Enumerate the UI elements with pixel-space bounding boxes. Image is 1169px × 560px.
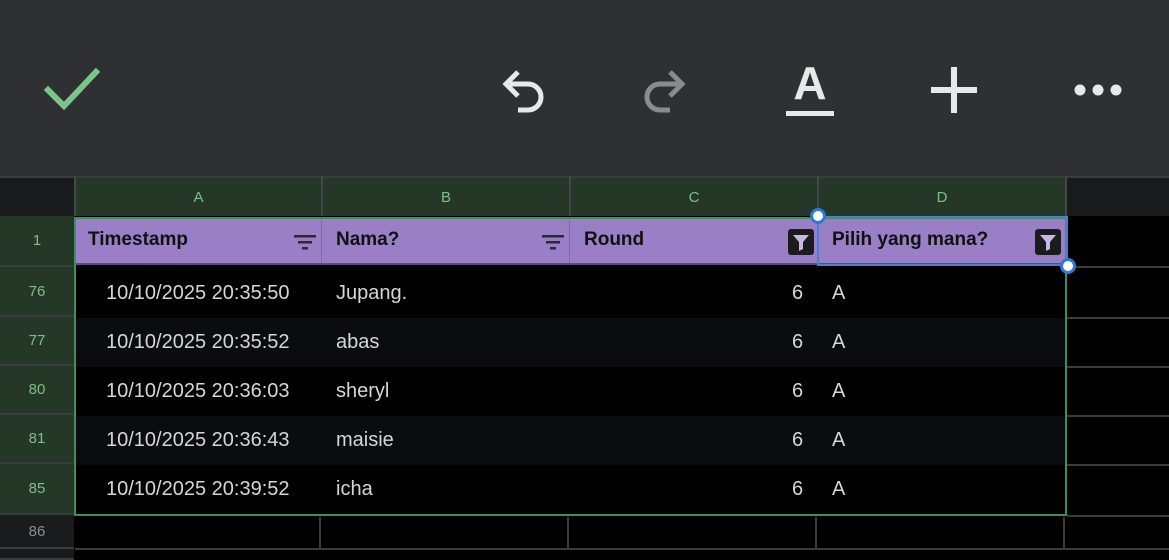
- header-divider: [569, 217, 570, 263]
- header-cell-round[interactable]: Round: [571, 217, 817, 263]
- cell-timestamp[interactable]: 10/10/2025 20:35:52: [106, 318, 290, 367]
- grid-line: [1067, 464, 1169, 466]
- grid-line: [1067, 366, 1169, 368]
- column-header-b[interactable]: B: [323, 176, 569, 216]
- row-header-85[interactable]: 85: [0, 464, 74, 515]
- cell-timestamp[interactable]: 10/10/2025 20:36:03: [106, 367, 290, 416]
- grid-line: [1067, 415, 1169, 417]
- grid-line: [1067, 266, 1169, 268]
- more-options-button[interactable]: [1068, 60, 1128, 120]
- undo-button[interactable]: [492, 60, 552, 120]
- row-header-81[interactable]: 81: [0, 415, 74, 464]
- selection-handle-top[interactable]: [810, 208, 826, 224]
- header-divider: [321, 217, 322, 263]
- cell-pilih[interactable]: A: [832, 367, 845, 416]
- header-round-label: Round: [584, 229, 645, 250]
- table-row: 10/10/2025 20:36:43 maisie 6 A: [75, 416, 1066, 465]
- empty-cell[interactable]: [75, 517, 321, 548]
- table-row: 10/10/2025 20:35:50 Jupang. 6 A: [75, 269, 1066, 318]
- edit-toolbar: A: [0, 0, 1169, 176]
- text-format-button[interactable]: A: [780, 56, 840, 120]
- undo-icon: [502, 70, 544, 113]
- active-filter-icon[interactable]: [788, 229, 814, 255]
- insert-button[interactable]: [924, 60, 984, 120]
- cell-pilih[interactable]: A: [832, 465, 845, 514]
- header-nama-label: Nama?: [336, 229, 400, 250]
- row-header-86[interactable]: 86: [0, 515, 74, 549]
- check-icon: [44, 67, 100, 111]
- text-format-underline: [786, 110, 834, 116]
- cell-round[interactable]: 6: [792, 269, 803, 318]
- cell-nama[interactable]: icha: [336, 465, 373, 514]
- column-header-e[interactable]: [1067, 176, 1169, 216]
- cell-round[interactable]: 6: [792, 318, 803, 367]
- cell-pilih[interactable]: A: [832, 318, 845, 367]
- grid-line: [1067, 317, 1169, 319]
- column-header-corner[interactable]: [0, 176, 74, 216]
- row-header-1[interactable]: 1: [0, 216, 74, 267]
- confirm-button[interactable]: [40, 60, 104, 120]
- table-row: 10/10/2025 20:39:52 icha 6 A: [75, 465, 1066, 514]
- plus-icon: [931, 67, 977, 113]
- table-row: 10/10/2025 20:35:52 abas 6 A: [75, 318, 1066, 367]
- row-header-80[interactable]: 80: [0, 366, 74, 415]
- grid-line: [75, 548, 1067, 550]
- sort-filter-icon[interactable]: [292, 229, 318, 255]
- redo-button[interactable]: [636, 60, 696, 120]
- spreadsheet-grid: A B C D 1 76 77 80 81 85 86 Timestamp Na…: [0, 176, 1169, 560]
- row-header-76[interactable]: 76: [0, 267, 74, 317]
- row-header-77[interactable]: 77: [0, 317, 74, 366]
- column-header-d[interactable]: D: [819, 176, 1065, 216]
- header-cell-timestamp[interactable]: Timestamp: [75, 217, 321, 263]
- table-row: 10/10/2025 20:36:03 sheryl 6 A: [75, 367, 1066, 416]
- cell-nama[interactable]: Jupang.: [336, 269, 407, 318]
- row-header-next[interactable]: [0, 549, 74, 560]
- cell-round[interactable]: 6: [792, 465, 803, 514]
- empty-cell[interactable]: [569, 517, 817, 548]
- active-cell-outline: [817, 216, 1068, 266]
- cell-timestamp[interactable]: 10/10/2025 20:36:43: [106, 416, 290, 465]
- sort-filter-icon[interactable]: [540, 229, 566, 255]
- cell-timestamp[interactable]: 10/10/2025 20:35:50: [106, 269, 290, 318]
- cell-nama[interactable]: abas: [336, 318, 379, 367]
- cell-round[interactable]: 6: [792, 367, 803, 416]
- empty-cell[interactable]: [321, 517, 569, 548]
- empty-row: [75, 517, 1169, 548]
- cell-nama[interactable]: maisie: [336, 416, 394, 465]
- header-cell-nama[interactable]: Nama?: [323, 217, 569, 263]
- redo-icon: [644, 70, 686, 113]
- more-icon: [1074, 84, 1122, 96]
- column-header-c[interactable]: C: [571, 176, 817, 216]
- cell-pilih[interactable]: A: [832, 416, 845, 465]
- grid-line: [1067, 548, 1169, 550]
- cell-timestamp[interactable]: 10/10/2025 20:39:52: [106, 465, 290, 514]
- selection-handle-bottom[interactable]: [1060, 258, 1076, 274]
- empty-cell[interactable]: [817, 517, 1065, 548]
- cell-pilih[interactable]: A: [832, 269, 845, 318]
- cell-round[interactable]: 6: [792, 416, 803, 465]
- cell-nama[interactable]: sheryl: [336, 367, 389, 416]
- header-timestamp-label: Timestamp: [88, 229, 188, 250]
- text-format-label: A: [793, 56, 827, 109]
- column-header-a[interactable]: A: [76, 176, 321, 216]
